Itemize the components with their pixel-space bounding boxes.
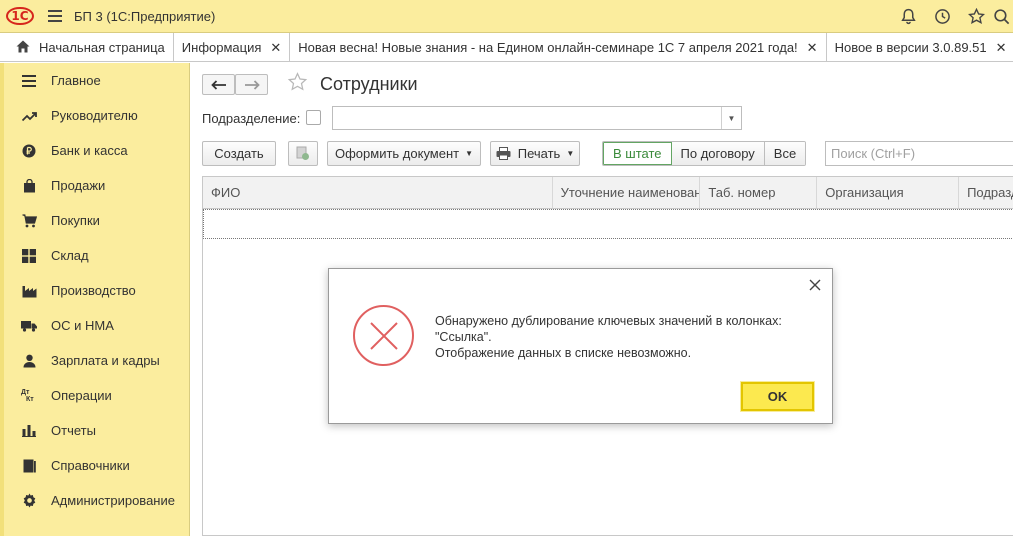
person-icon (21, 353, 37, 369)
sidebar-item-label: Зарплата и кадры (51, 353, 160, 368)
page-title: Сотрудники (320, 74, 418, 94)
ruble-icon (21, 143, 37, 159)
message-line: Отображение данных в списке невозможно. (435, 346, 692, 360)
main-menu-icon[interactable] (40, 0, 70, 33)
forward-button[interactable] (235, 74, 268, 95)
sidebar-item-label: Администрирование (51, 493, 175, 508)
create-button[interactable]: Создать (202, 141, 276, 166)
table-row[interactable] (203, 209, 1013, 239)
ok-button[interactable]: OK (740, 381, 815, 412)
menu-lines-icon (21, 73, 37, 89)
error-icon (353, 305, 414, 366)
print-button[interactable]: Печать ▼ (490, 141, 580, 166)
app-logo: 1С (0, 0, 40, 33)
department-checkbox[interactable] (306, 110, 321, 125)
printer-icon (496, 147, 511, 160)
sidebar-item-production[interactable]: Производство (4, 273, 189, 308)
sidebar-item-fixed-assets[interactable]: ОС и НМА (4, 308, 189, 343)
sidebar-item-purchases[interactable]: Покупки (4, 203, 189, 238)
sidebar-item-label: Отчеты (51, 423, 96, 438)
title-bar: 1С БП 3 (1С:Предприятие) (0, 0, 1013, 33)
staff-filter: В штате По договору Все (602, 141, 807, 166)
cart-icon (21, 213, 37, 229)
back-button[interactable] (202, 74, 235, 95)
close-icon[interactable]: ✕ (807, 40, 818, 56)
column-department[interactable]: Подразделение (959, 177, 1013, 208)
department-label: Подразделение: (202, 111, 301, 126)
bag-icon (21, 178, 37, 194)
gear-icon (21, 493, 37, 509)
chevron-down-icon: ▼ (465, 149, 474, 158)
sidebar-item-label: Справочники (51, 458, 130, 473)
close-icon[interactable]: ✕ (270, 40, 281, 56)
favorite-star-icon[interactable] (287, 72, 308, 98)
filter-in-staff[interactable]: В штате (603, 142, 672, 165)
sidebar-item-label: Производство (51, 283, 136, 298)
sidebar-item-manager[interactable]: Руководителю (4, 98, 189, 133)
column-organization[interactable]: Организация (817, 177, 960, 208)
column-name-clarification[interactable]: Уточнение наименования (553, 177, 701, 208)
department-field[interactable]: ▼ (332, 106, 742, 130)
column-tab-number[interactable]: Таб. номер (700, 177, 818, 208)
sidebar-item-label: Руководителю (51, 108, 138, 123)
sidebar-item-label: ОС и НМА (51, 318, 114, 333)
copy-document-button[interactable] (288, 141, 318, 166)
sidebar-item-references[interactable]: Справочники (4, 448, 189, 483)
chevron-down-icon[interactable]: ▼ (721, 107, 741, 129)
book-icon (21, 458, 37, 474)
warehouse-icon (21, 248, 37, 264)
sidebar-item-label: Главное (51, 73, 101, 88)
search-icon[interactable] (993, 0, 1013, 33)
search-input[interactable]: Поиск (Ctrl+F) (825, 141, 1013, 166)
sidebar-item-bank[interactable]: Банк и касса (4, 133, 189, 168)
tab-label: Информация (181, 40, 262, 55)
sidebar-item-label: Покупки (51, 213, 100, 228)
sidebar-item-label: Операции (51, 388, 112, 403)
app-title: БП 3 (1С:Предприятие) (74, 8, 216, 24)
tab-seminar[interactable]: Новая весна! Новые знания - на Едином он… (290, 33, 827, 62)
star-icon[interactable] (959, 0, 993, 33)
sidebar-item-warehouse[interactable]: Склад (4, 238, 189, 273)
sidebar-item-label: Склад (51, 248, 89, 263)
filter-by-contract[interactable]: По договору (671, 142, 765, 165)
error-message: Обнаружено дублирование ключевых значени… (435, 313, 782, 361)
chart-icon (21, 423, 37, 439)
sidebar-item-operations[interactable]: Дт Кт Операции (4, 378, 189, 413)
table-header: ФИО Уточнение наименования Таб. номер Ор… (203, 177, 1013, 209)
button-label: Оформить документ (334, 146, 460, 161)
tab-home[interactable]: Начальная страница (0, 33, 174, 62)
history-icon[interactable] (925, 0, 959, 33)
tab-info[interactable]: Информация ✕ (174, 33, 291, 62)
message-line: Обнаружено дублирование ключевых значени… (435, 314, 782, 328)
sidebar-item-sales[interactable]: Продажи (4, 168, 189, 203)
filter-all[interactable]: Все (764, 142, 806, 165)
sidebar-item-salary[interactable]: Зарплата и кадры (4, 343, 189, 378)
sidebar-item-label: Банк и касса (51, 143, 128, 158)
trend-icon (21, 108, 37, 124)
home-icon (16, 40, 30, 56)
dt-kt-icon: Дт Кт (21, 388, 34, 403)
button-label: Печать (517, 146, 561, 161)
sidebar-item-main[interactable]: Главное (4, 63, 189, 98)
open-tabs-bar: Начальная страница Информация ✕ Новая ве… (0, 33, 1013, 62)
tab-label: Начальная страница (39, 40, 165, 55)
chevron-down-icon: ▼ (566, 149, 575, 158)
sections-panel: Главное Руководителю Банк и касса Продаж… (0, 63, 190, 536)
column-fio[interactable]: ФИО (203, 177, 553, 208)
tab-label: Новое в версии 3.0.89.51 (834, 40, 987, 55)
tab-version-news[interactable]: Новое в версии 3.0.89.51 ✕ (827, 33, 1013, 62)
create-document-button[interactable]: Оформить документ ▼ (327, 141, 481, 166)
factory-icon (21, 283, 37, 299)
bell-icon[interactable] (891, 0, 925, 33)
truck-icon (21, 318, 37, 334)
close-icon[interactable] (806, 276, 824, 294)
sidebar-item-label: Продажи (51, 178, 106, 193)
close-icon[interactable]: ✕ (996, 40, 1007, 56)
sidebar-item-reports[interactable]: Отчеты (4, 413, 189, 448)
error-dialog: Обнаружено дублирование ключевых значени… (328, 268, 833, 424)
tab-label: Новая весна! Новые знания - на Едином он… (298, 40, 798, 55)
message-line: "Ссылка". (435, 330, 492, 344)
sidebar-item-admin[interactable]: Администрирование (4, 483, 189, 518)
